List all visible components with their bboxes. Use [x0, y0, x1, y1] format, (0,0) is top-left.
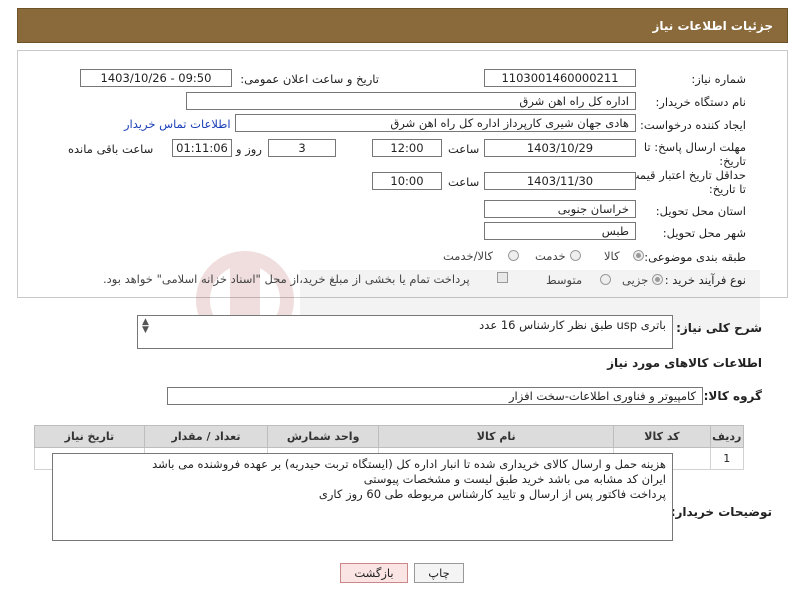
time-remaining-field: 01:11:06 [172, 139, 232, 157]
table-header-row: ردیف کد کالا نام کالا واحد شمارش تعداد /… [34, 425, 745, 448]
buyer-contact-link[interactable]: اطلاعات تماس خریدار [124, 117, 231, 131]
delivery-city-field: طبس [484, 222, 636, 240]
buyer-notes-label: توضیحات خریدار: [670, 505, 772, 519]
print-button[interactable]: چاپ [414, 563, 464, 583]
purchase-radio-medium[interactable] [600, 274, 611, 285]
category-label: طبقه بندی موضوعی: [644, 250, 746, 264]
reply-deadline-label: مهلت ارسال پاسخ: تا تاریخ: [643, 140, 746, 168]
category-radio-goods[interactable] [633, 250, 644, 261]
buyer-notes-line: پرداخت فاکتور پس از ارسال و تایید کارشنا… [318, 487, 666, 501]
time-remaining-label: ساعت باقی مانده [68, 142, 154, 156]
goods-info-title: اطلاعات کالاهای مورد نیاز [607, 356, 762, 370]
col-header-item-name: نام کالا [378, 425, 615, 448]
col-header-unit: واحد شمارش [267, 425, 380, 448]
buyer-org-label: نام دستگاه خریدار: [655, 95, 746, 109]
purchase-option-minor: جزیی [622, 273, 649, 287]
cell-row-number: 1 [709, 447, 745, 470]
buyer-org-field: اداره کل راه اهن شرق [186, 92, 636, 110]
summary-label: شرح کلی نیاز: [676, 321, 762, 335]
buyer-notes-field: هزینه حمل و ارسال کالای خریداری شده تا ا… [52, 453, 673, 541]
price-validity-date-field: 1403/11/30 [484, 172, 636, 190]
goods-group-field: کامپیوتر و فناوری اطلاعات-سخت افزار [167, 387, 703, 405]
announce-datetime-label: تاریخ و ساعت اعلان عمومی: [240, 72, 379, 86]
category-radio-goods-service[interactable] [508, 250, 519, 261]
price-validity-time-field: 10:00 [372, 172, 442, 190]
summary-scroll-arrows[interactable]: ▲ ▼ [142, 318, 149, 335]
delivery-city-label: شهر محل تحویل: [662, 226, 746, 240]
treasury-checkbox[interactable] [497, 272, 508, 283]
treasury-note: پرداخت تمام یا بخشی از مبلغ خرید،از محل … [103, 272, 470, 286]
buyer-notes-line: ایران کد مشابه می باشد خرید طبق لیست و م… [363, 472, 666, 486]
col-header-quantity: تعداد / مقدار [143, 425, 269, 448]
category-radio-service[interactable] [570, 250, 581, 261]
category-option-goods-service: کالا/خدمت [443, 249, 494, 263]
category-option-goods: کالا [604, 249, 620, 263]
goods-group-label: گروه کالا: [703, 389, 762, 403]
buyer-notes-line: هزینه حمل و ارسال کالای خریداری شده تا ا… [152, 457, 666, 471]
days-remaining-field: 3 [268, 139, 336, 157]
col-header-row-number: ردیف [709, 425, 745, 448]
reply-deadline-time-label: ساعت [448, 142, 480, 156]
reply-deadline-date-field: 1403/10/29 [484, 139, 636, 157]
category-option-service: خدمت [535, 249, 566, 263]
col-header-need-date: تاریخ نیاز [34, 425, 145, 448]
requester-label: ایجاد کننده درخواست: [640, 118, 746, 132]
summary-field: باتری usp طبق نظر کارشناس 16 عدد [137, 315, 673, 349]
need-number-label: شماره نیاز: [691, 72, 746, 86]
page-title: جزئیات اطلاعات نیاز [652, 19, 773, 33]
page-header: جزئیات اطلاعات نیاز [17, 8, 788, 43]
announce-datetime-field: 1403/10/26 - 09:50 [80, 69, 232, 87]
purchase-option-medium: متوسط [546, 273, 583, 287]
purchase-type-label: نوع فرآیند خرید : [664, 273, 746, 287]
requester-field: هادی جهان شیری کارپرداز اداره کل راه اهن… [235, 114, 636, 132]
col-header-item-code: کد کالا [613, 425, 711, 448]
purchase-radio-minor[interactable] [652, 274, 663, 285]
reply-deadline-time-field: 12:00 [372, 139, 442, 157]
need-number-field: 1103001460000211 [484, 69, 636, 87]
days-label: روز و [236, 142, 262, 156]
back-button[interactable]: بازگشت [340, 563, 408, 583]
delivery-province-label: استان محل تحویل: [655, 204, 746, 218]
price-validity-time-label: ساعت [448, 175, 480, 189]
delivery-province-field: خراسان جنوبی [484, 200, 636, 218]
